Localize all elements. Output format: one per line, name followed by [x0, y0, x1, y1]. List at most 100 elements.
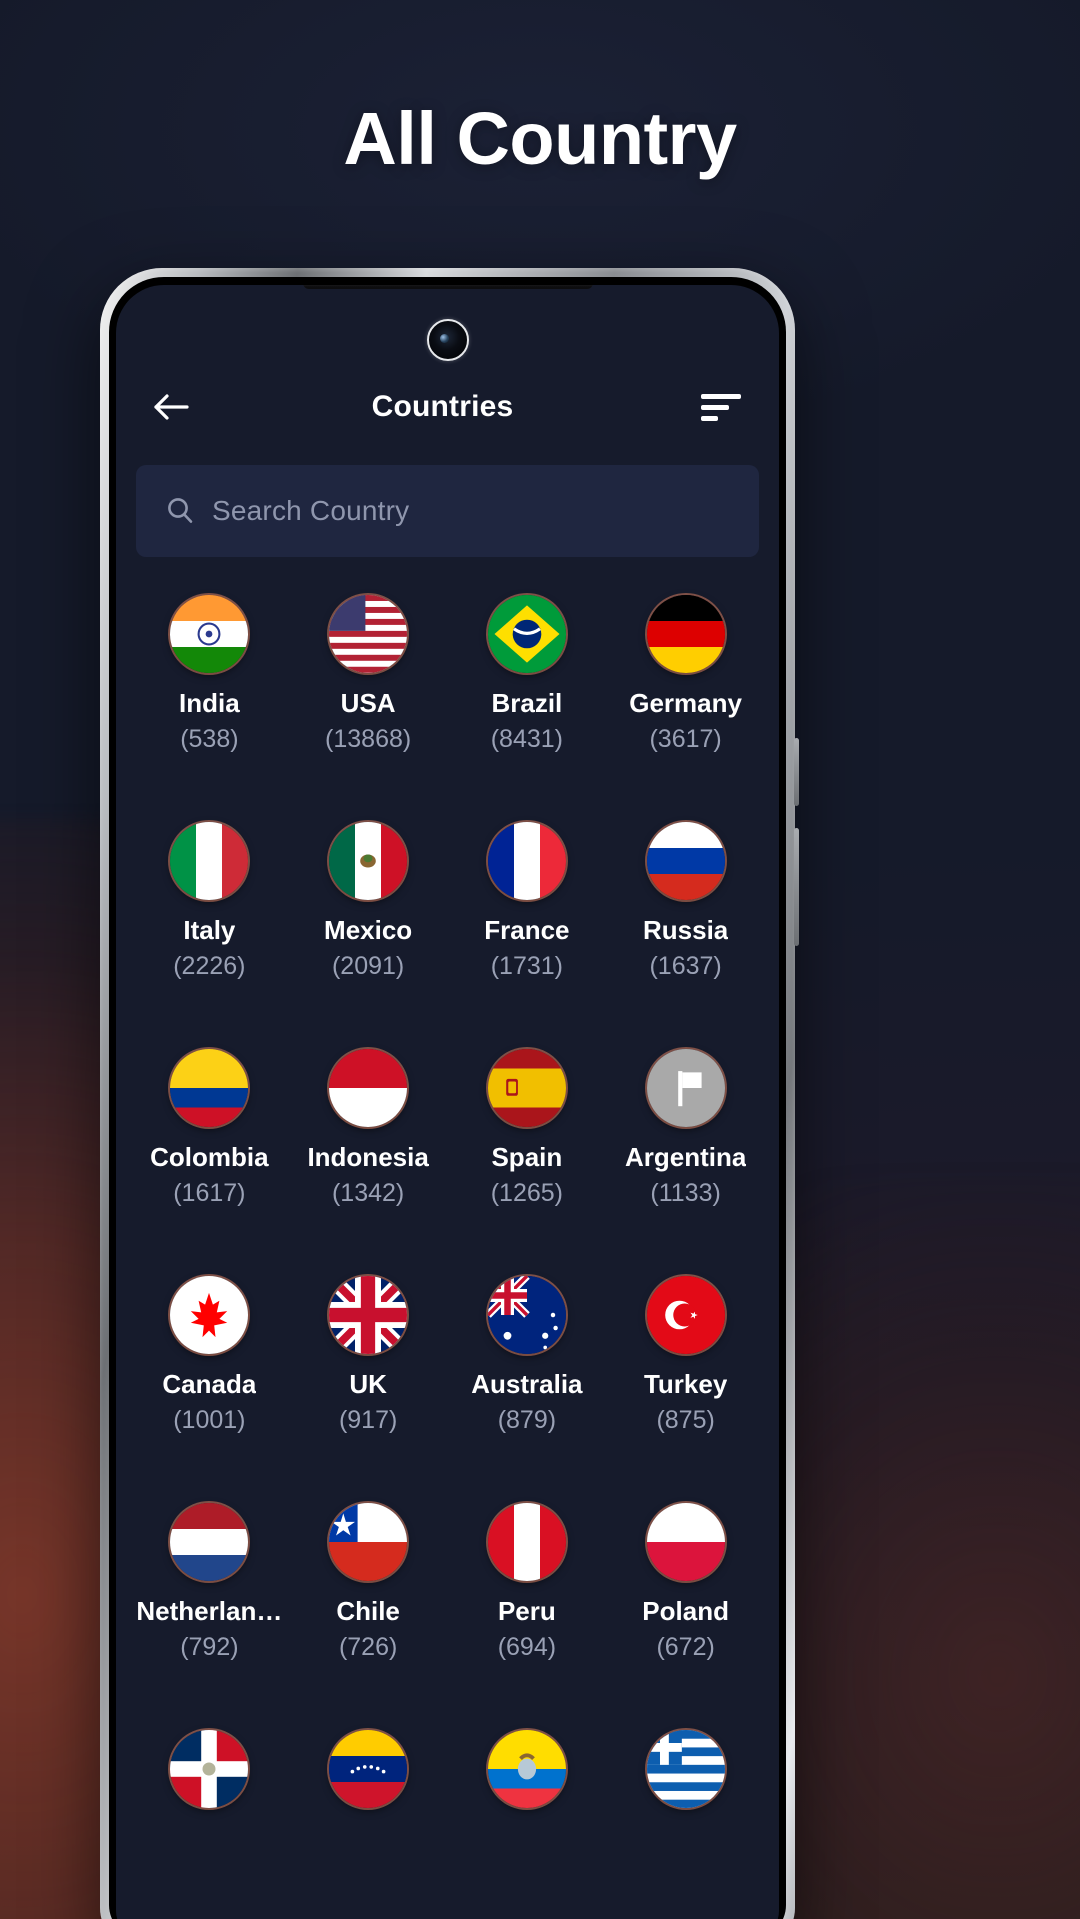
country-cell[interactable]: Canada (1001)	[130, 1258, 289, 1444]
country-count: (1001)	[173, 1405, 246, 1434]
country-count: (917)	[338, 1405, 398, 1434]
flag-chile-icon	[329, 1503, 408, 1581]
country-count: (726)	[338, 1632, 398, 1661]
country-name: Peru	[497, 1597, 556, 1626]
country-count: (694)	[497, 1632, 557, 1661]
country-count: (1731)	[490, 951, 563, 980]
search-input[interactable]: Search Country	[136, 465, 759, 557]
country-cell[interactable]: USA (13868)	[289, 577, 448, 763]
front-camera-icon	[426, 319, 469, 361]
phone-frame: Countries Search Country India (538) USA…	[100, 268, 799, 1919]
country-cell[interactable]: UK (917)	[289, 1258, 448, 1444]
country-cell[interactable]: Chile (726)	[289, 1485, 448, 1671]
arrow-left-icon	[152, 391, 192, 423]
page-title: Countries	[371, 390, 514, 423]
country-count: (2091)	[331, 951, 405, 980]
flag-uk-icon	[329, 1276, 408, 1354]
country-name: Poland	[642, 1597, 729, 1626]
country-cell[interactable]: Peru (694)	[448, 1485, 607, 1671]
country-count: (13868)	[325, 724, 412, 753]
country-cell[interactable]: Mexico (2091)	[289, 804, 448, 990]
country-cell[interactable]: Spain (1265)	[448, 1031, 607, 1217]
country-name: Mexico	[324, 916, 413, 945]
phone-power-key	[794, 828, 799, 946]
country-count: (879)	[497, 1405, 557, 1434]
country-name: India	[179, 689, 240, 718]
country-cell[interactable]: Poland (672)	[606, 1485, 765, 1671]
country-cell[interactable]: Turkey (875)	[606, 1258, 765, 1444]
country-count: (3617)	[649, 724, 722, 753]
country-cell[interactable]: Colombia (1617)	[130, 1031, 289, 1217]
country-name: Argentina	[624, 1143, 747, 1172]
country-name: Germany	[629, 689, 742, 718]
flag-poland-icon	[646, 1503, 725, 1581]
phone-screen: Countries Search Country India (538) USA…	[116, 285, 779, 1919]
country-cell[interactable]: Australia (879)	[448, 1258, 607, 1444]
country-name: Canada	[162, 1370, 257, 1399]
sort-button[interactable]	[697, 381, 749, 433]
flag-ecuador-icon	[487, 1730, 566, 1808]
country-count: (2226)	[173, 951, 246, 980]
page-headline: All Country	[343, 97, 737, 180]
country-count: (1617)	[173, 1178, 246, 1207]
flag-netherlands-icon	[170, 1503, 249, 1581]
sort-descending-icon-bar-1	[701, 393, 741, 399]
country-name: Australia	[471, 1370, 583, 1399]
phone-volume-key	[794, 738, 799, 806]
country-count: (1133)	[650, 1178, 721, 1207]
flag-mexico-icon	[329, 822, 408, 900]
country-cell[interactable]	[130, 1712, 289, 1898]
country-cell[interactable]	[448, 1712, 607, 1898]
app-header: Countries	[116, 371, 779, 443]
flag-greece-icon	[646, 1730, 725, 1808]
flag-spain-icon	[487, 1049, 566, 1127]
country-name: Chile	[336, 1597, 400, 1626]
country-name: Spain	[491, 1143, 563, 1172]
country-name: Colombia	[150, 1143, 269, 1172]
flag-france-icon	[487, 822, 566, 900]
flag-indonesia-icon	[329, 1049, 408, 1127]
country-name: USA	[340, 689, 396, 718]
country-name: UK	[349, 1370, 387, 1399]
country-cell[interactable]: Russia (1637)	[606, 804, 765, 990]
country-count: (875)	[656, 1405, 715, 1434]
flag-brazil-icon	[487, 595, 566, 673]
search-placeholder: Search Country	[212, 495, 410, 526]
flag-usa-icon	[329, 595, 408, 673]
country-count: (8431)	[490, 724, 563, 753]
country-name: Indonesia	[307, 1143, 429, 1172]
search-icon	[164, 495, 196, 527]
country-cell[interactable]	[289, 1712, 448, 1898]
flag-turkey-icon	[646, 1276, 725, 1354]
country-cell[interactable]: Brazil (8431)	[448, 577, 607, 763]
country-cell[interactable]: Italy (2226)	[130, 804, 289, 990]
flag-colombia-icon	[170, 1049, 249, 1127]
country-cell[interactable]: France (1731)	[448, 804, 607, 990]
country-cell[interactable]: Netherlan… (792)	[130, 1485, 289, 1671]
flag-dominican-republic-icon	[170, 1730, 249, 1808]
screenshot-root: All Country Countries Search Country Ind…	[0, 0, 1080, 1919]
flag-venezuela-icon	[329, 1730, 408, 1808]
country-cell[interactable]: Indonesia (1342)	[289, 1031, 448, 1217]
country-cell[interactable]	[606, 1712, 765, 1898]
country-count: (538)	[180, 724, 239, 753]
country-count: (1342)	[331, 1178, 405, 1207]
earpiece-speaker	[302, 285, 593, 289]
country-name: Netherlan…	[136, 1597, 283, 1626]
country-cell[interactable]: Argentina (1133)	[606, 1031, 765, 1217]
sort-descending-icon-bar-3	[701, 415, 718, 421]
flag-russia-icon	[646, 822, 725, 900]
country-count: (1637)	[649, 951, 722, 980]
country-cell[interactable]: India (538)	[130, 577, 289, 763]
country-count: (1265)	[490, 1178, 563, 1207]
country-count: (792)	[180, 1632, 239, 1661]
flag-peru-icon	[487, 1503, 566, 1581]
country-count: (672)	[656, 1632, 715, 1661]
flag-australia-icon	[487, 1276, 566, 1354]
flag-india-icon	[170, 595, 249, 673]
sort-descending-icon-bar-2	[701, 404, 729, 410]
country-name: France	[484, 916, 570, 945]
country-name: Turkey	[643, 1370, 728, 1399]
country-grid: India (538) USA (13868) Brazil (8431) Germany (…	[116, 577, 779, 1919]
country-cell[interactable]: Germany (3617)	[606, 577, 765, 763]
